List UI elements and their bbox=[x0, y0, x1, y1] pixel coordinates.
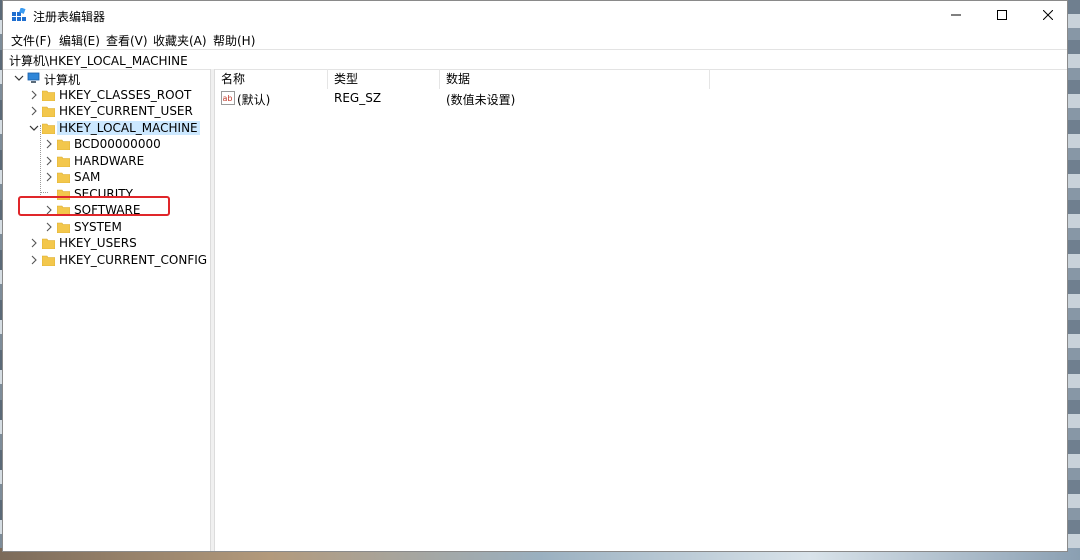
folder-icon bbox=[42, 255, 55, 266]
column-header-data[interactable]: 数据 bbox=[440, 69, 710, 89]
title-bar[interactable]: 注册表编辑器 bbox=[3, 1, 1067, 29]
chevron-right-icon[interactable] bbox=[44, 156, 54, 166]
string-value-icon: ab bbox=[221, 91, 235, 105]
tree-node-label: HKEY_USERS bbox=[59, 236, 137, 250]
tree-root-label: 计算机 bbox=[44, 73, 81, 87]
annotation-highlight-box bbox=[18, 196, 170, 216]
svg-text:ab: ab bbox=[223, 94, 233, 103]
menu-help[interactable]: 帮助(H) bbox=[213, 32, 255, 49]
tree-node-label: HKEY_LOCAL_MACHINE bbox=[57, 121, 200, 135]
tree-node-hkey-classes-root[interactable]: HKEY_CLASSES_ROOT bbox=[29, 87, 209, 103]
column-header-type[interactable]: 类型 bbox=[328, 69, 440, 89]
value-name: (默认) bbox=[237, 93, 271, 107]
chevron-right-icon[interactable] bbox=[29, 238, 39, 248]
watermark-text: 搜狗指南 bbox=[944, 482, 1044, 510]
folder-icon bbox=[57, 222, 70, 233]
minimize-button[interactable] bbox=[933, 1, 979, 29]
desktop-background-right bbox=[1068, 0, 1080, 560]
maximize-button[interactable] bbox=[979, 1, 1025, 29]
menu-view[interactable]: 查看(V) bbox=[106, 32, 148, 49]
tree-node-hardware[interactable]: HARDWARE bbox=[44, 153, 204, 169]
menu-favorites[interactable]: 收藏夹(A) bbox=[153, 32, 207, 49]
tree-pane[interactable]: 计算机 HKEY_CLASSES_ROOT HKEY_CURRENT_USER … bbox=[6, 69, 211, 551]
menu-file[interactable]: 文件(F) bbox=[11, 32, 51, 49]
chevron-down-icon[interactable] bbox=[29, 123, 39, 133]
tree-node-hkey-current-user[interactable]: HKEY_CURRENT_USER bbox=[29, 103, 209, 119]
menu-bar: 文件(F) 编辑(E) 查看(V) 收藏夹(A) 帮助(H) bbox=[3, 29, 1067, 49]
watermark-logo-icon bbox=[904, 476, 938, 510]
folder-icon bbox=[42, 106, 55, 117]
minimize-icon bbox=[951, 14, 961, 16]
tree-node-label: SYSTEM bbox=[74, 220, 122, 234]
chevron-down-icon[interactable] bbox=[14, 73, 24, 83]
folder-icon bbox=[57, 156, 70, 167]
address-bar[interactable]: 计算机\HKEY_LOCAL_MACHINE bbox=[3, 49, 1067, 70]
folder-icon bbox=[57, 139, 70, 150]
window-title: 注册表编辑器 bbox=[33, 10, 106, 24]
menu-edit[interactable]: 编辑(E) bbox=[59, 32, 100, 49]
tree-node-hkey-current-config[interactable]: HKEY_CURRENT_CONFIG bbox=[29, 252, 209, 268]
folder-icon bbox=[42, 90, 55, 101]
column-header-name[interactable]: 名称 bbox=[215, 69, 328, 89]
tree-node-label: HKEY_CURRENT_CONFIG bbox=[59, 253, 208, 267]
tree-root-computer[interactable]: 计算机 bbox=[14, 70, 204, 87]
maximize-icon bbox=[997, 10, 1007, 20]
watermark: 搜狗指南 zhinan.sogou.com bbox=[900, 474, 1060, 534]
chevron-right-icon[interactable] bbox=[29, 255, 39, 265]
value-data: (数值未设置) bbox=[446, 93, 516, 107]
computer-icon bbox=[27, 72, 40, 83]
folder-open-icon bbox=[42, 123, 55, 134]
value-row-default[interactable]: ab (默认) REG_SZ (数值未设置) bbox=[215, 89, 1067, 107]
folder-icon bbox=[57, 172, 70, 183]
tree-node-sam[interactable]: SAM bbox=[44, 169, 204, 185]
registry-editor-icon bbox=[12, 8, 26, 21]
chevron-right-icon[interactable] bbox=[44, 222, 54, 232]
chevron-right-icon[interactable] bbox=[29, 106, 39, 116]
tree-node-hkey-local-machine[interactable]: HKEY_LOCAL_MACHINE bbox=[29, 120, 209, 136]
tree-node-label: SAM bbox=[74, 170, 101, 184]
chevron-right-icon[interactable] bbox=[29, 90, 39, 100]
tree-node-hkey-users[interactable]: HKEY_USERS bbox=[29, 235, 209, 251]
tree-node-label: HARDWARE bbox=[74, 154, 145, 168]
tree-node-label: HKEY_CLASSES_ROOT bbox=[59, 88, 192, 102]
tree-node-label: BCD00000000 bbox=[74, 137, 161, 151]
registry-editor-window: 注册表编辑器 文件(F) 编辑(E) 查看(V) 收藏夹(A) 帮助(H) 计算… bbox=[2, 0, 1068, 552]
address-path[interactable]: 计算机\HKEY_LOCAL_MACHINE bbox=[9, 52, 188, 69]
folder-icon bbox=[42, 238, 55, 249]
chevron-right-icon[interactable] bbox=[44, 172, 54, 182]
close-button[interactable] bbox=[1025, 1, 1071, 29]
tree-node-system[interactable]: SYSTEM bbox=[44, 219, 204, 235]
tree-node-label: HKEY_CURRENT_USER bbox=[59, 104, 193, 118]
close-icon bbox=[1043, 10, 1053, 20]
value-type: REG_SZ bbox=[334, 91, 382, 105]
tree-node-bcd00000000[interactable]: BCD00000000 bbox=[44, 136, 204, 152]
watermark-url: zhinan.sogou.com bbox=[921, 510, 1039, 523]
chevron-right-icon[interactable] bbox=[44, 139, 54, 149]
